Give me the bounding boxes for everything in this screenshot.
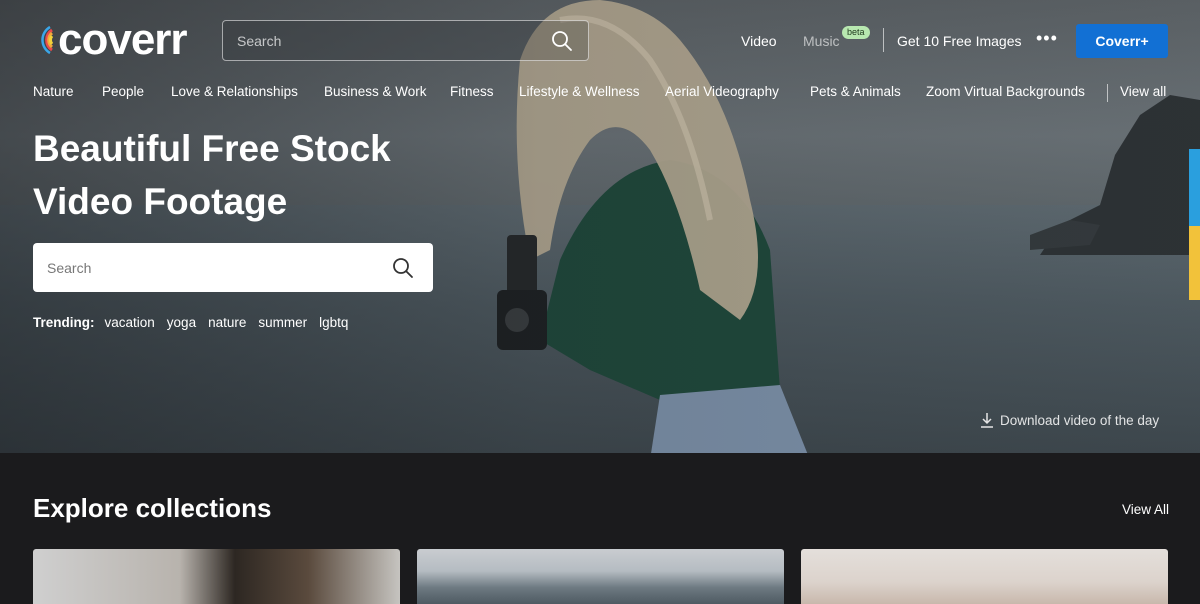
nav-music-link[interactable]: Music	[803, 33, 840, 49]
category-bar: Nature People Love & Relationships Busin…	[0, 84, 1200, 104]
category-pets-animals[interactable]: Pets & Animals	[810, 84, 901, 99]
more-dots-icon[interactable]: •••	[1036, 28, 1057, 48]
logo-rainbow-icon	[41, 26, 54, 54]
hero-title: Beautiful Free Stock Video Footage	[33, 128, 391, 222]
coverr-logo[interactable]: coverr	[34, 15, 188, 64]
category-lifestyle-wellness[interactable]: Lifestyle & Wellness	[519, 84, 640, 99]
trending-label: Trending:	[33, 314, 95, 330]
nav-free-images-link[interactable]: Get 10 Free Images	[897, 33, 1022, 49]
side-feedback-tab-yellow[interactable]	[1189, 226, 1200, 300]
coverr-plus-button[interactable]: Coverr+	[1076, 24, 1168, 58]
collection-card[interactable]	[801, 549, 1168, 604]
category-aerial-videography[interactable]: Aerial Videography	[665, 84, 779, 99]
search-icon[interactable]	[391, 256, 415, 280]
hero-search-box[interactable]	[33, 243, 433, 292]
category-divider	[1107, 84, 1108, 102]
category-view-all-link[interactable]: View all	[1120, 84, 1166, 99]
nav-video-link[interactable]: Video	[741, 33, 777, 49]
header-search-input[interactable]	[223, 21, 543, 60]
trending-tag-yoga[interactable]: yoga	[167, 315, 196, 330]
category-zoom-backgrounds[interactable]: Zoom Virtual Backgrounds	[926, 84, 1085, 99]
side-feedback-tab-blue[interactable]	[1189, 149, 1200, 226]
trending-row: Trending: vacation yoga nature summer lg…	[33, 313, 360, 331]
category-business-work[interactable]: Business & Work	[324, 84, 427, 99]
category-nature[interactable]: Nature	[33, 84, 74, 99]
trending-tag-summer[interactable]: summer	[258, 315, 307, 330]
trending-tag-nature[interactable]: nature	[208, 315, 246, 330]
collections-title: Explore collections	[33, 493, 272, 523]
site-header: coverr Video Music beta Get 10 Free Imag…	[0, 0, 1200, 80]
search-icon[interactable]	[550, 29, 574, 53]
collections-view-all-link[interactable]: View All	[1122, 502, 1169, 517]
category-love-relationships[interactable]: Love & Relationships	[171, 84, 298, 99]
header-search-box[interactable]	[222, 20, 589, 61]
download-video-of-day-link[interactable]: Download video of the day	[980, 410, 1159, 430]
download-video-label: Download video of the day	[1000, 412, 1160, 428]
hero-search-input[interactable]	[33, 243, 373, 292]
category-fitness[interactable]: Fitness	[450, 84, 494, 99]
trending-tag-lgbtq[interactable]: lgbtq	[319, 315, 348, 330]
collection-card[interactable]	[417, 549, 784, 604]
music-beta-badge: beta	[842, 26, 870, 39]
download-icon	[981, 413, 993, 428]
explore-collections-section: Explore collections View All	[0, 453, 1200, 604]
collection-card[interactable]	[33, 549, 400, 604]
category-people[interactable]: People	[102, 84, 144, 99]
logo-text: coverr	[58, 15, 188, 64]
trending-tag-vacation[interactable]: vacation	[105, 315, 155, 330]
nav-divider	[883, 28, 884, 52]
